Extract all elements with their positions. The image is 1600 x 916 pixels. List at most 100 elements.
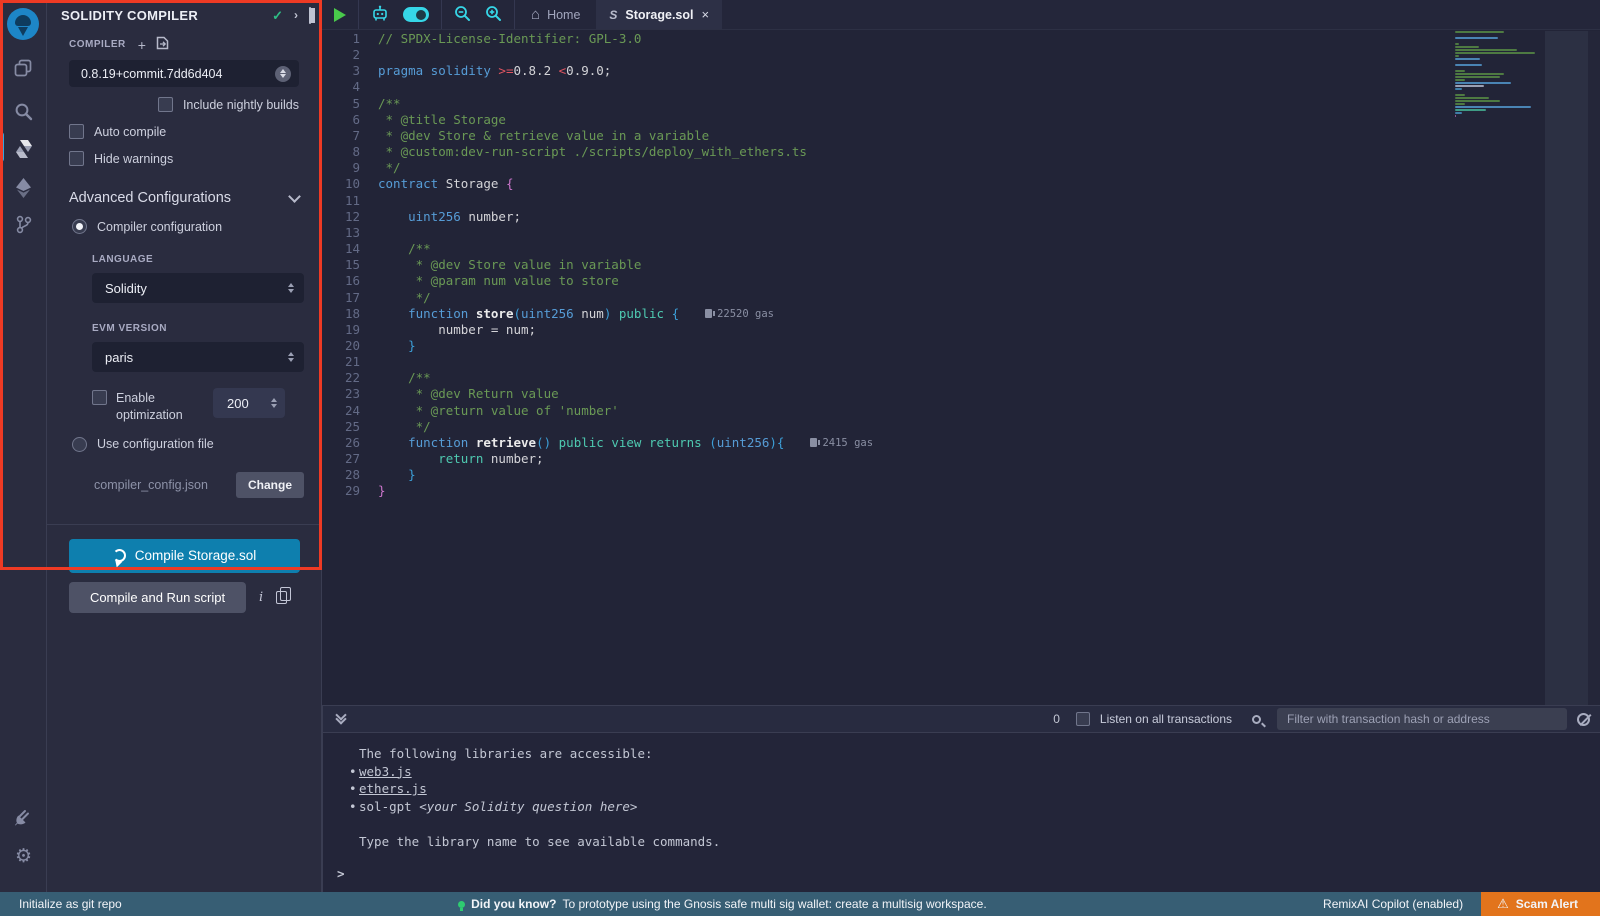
code-line[interactable]: 11 bbox=[322, 193, 1600, 209]
zoom-in-icon[interactable] bbox=[485, 5, 502, 25]
terminal-output[interactable]: The following libraries are accessible:w… bbox=[323, 734, 1600, 892]
search-icon[interactable] bbox=[0, 93, 47, 129]
code-line[interactable]: 20 } bbox=[322, 338, 1600, 354]
clear-console-icon[interactable] bbox=[1577, 713, 1590, 726]
transaction-filter-input[interactable] bbox=[1277, 708, 1567, 730]
compiler-version-select[interactable]: 0.8.19+commit.7dd6d404 bbox=[69, 60, 299, 87]
remix-ide-window: ⚙ SOLIDITY COMPILER ✓ › COMPILER + 0.8.1… bbox=[0, 0, 1600, 916]
compile-button[interactable]: Compile Storage.sol bbox=[69, 539, 300, 573]
zoom-out-icon[interactable] bbox=[454, 5, 471, 25]
code-line[interactable]: 12 uint256 number; bbox=[322, 209, 1600, 225]
language-select[interactable]: Solidity bbox=[92, 273, 304, 303]
code-line[interactable]: 22 /** bbox=[322, 370, 1600, 386]
minimap-code bbox=[1447, 31, 1545, 117]
terminal-link[interactable]: ethers.js bbox=[359, 781, 427, 796]
editor-scrollbar[interactable] bbox=[1545, 31, 1588, 705]
code-line[interactable]: 21 bbox=[322, 354, 1600, 370]
git-icon[interactable] bbox=[0, 206, 47, 242]
enable-optimization-checkbox[interactable] bbox=[92, 390, 107, 405]
solidity-file-icon: S bbox=[609, 8, 617, 22]
remix-logo-icon[interactable] bbox=[7, 8, 39, 40]
file-explorer-icon[interactable] bbox=[0, 50, 47, 86]
optimization-runs-input[interactable]: 200 bbox=[213, 388, 285, 418]
run-script-play-icon[interactable] bbox=[334, 8, 346, 22]
select-arrows-icon bbox=[288, 283, 294, 293]
home-icon: ⌂ bbox=[531, 6, 540, 23]
code-line[interactable]: 4 bbox=[322, 79, 1600, 95]
code-line[interactable]: 16 * @param num value to store bbox=[322, 273, 1600, 289]
code-line[interactable]: 7 * @dev Store & retrieve value in a var… bbox=[322, 128, 1600, 144]
stepper-arrows-icon[interactable] bbox=[271, 398, 277, 408]
code-line[interactable]: 26 function retrieve() public view retur… bbox=[322, 435, 1600, 451]
code-line[interactable]: 25 */ bbox=[322, 419, 1600, 435]
code-editor[interactable]: 1// SPDX-License-Identifier: GPL-3.023pr… bbox=[322, 31, 1600, 705]
minimap[interactable] bbox=[1447, 31, 1545, 705]
code-line[interactable]: 1// SPDX-License-Identifier: GPL-3.0 bbox=[322, 31, 1600, 47]
tab-home[interactable]: ⌂ Home bbox=[515, 0, 596, 29]
open-file-icon[interactable] bbox=[156, 36, 169, 53]
active-plugin-indicator bbox=[0, 132, 4, 162]
optimization-runs-value: 200 bbox=[227, 396, 271, 411]
scam-alert-button[interactable]: ⚠ Scam Alert bbox=[1481, 892, 1600, 916]
code-line[interactable]: 19 number = num; bbox=[322, 322, 1600, 338]
copilot-status[interactable]: RemixAI Copilot (enabled) bbox=[1323, 897, 1463, 911]
auto-compile-checkbox[interactable] bbox=[69, 124, 84, 139]
info-icon[interactable]: i bbox=[259, 590, 263, 605]
code-line[interactable]: 2 bbox=[322, 47, 1600, 63]
editor-tabbar: ⌂ Home S Storage.sol × bbox=[322, 0, 1600, 30]
gas-estimate: 2415 gas bbox=[810, 435, 873, 451]
terminal-line: The following libraries are accessible: bbox=[323, 745, 1600, 763]
code-line[interactable]: 18 function store(uint256 num) public {2… bbox=[322, 306, 1600, 322]
code-line[interactable]: 13 bbox=[322, 225, 1600, 241]
copy-icon[interactable] bbox=[276, 591, 287, 604]
settings-gear-icon[interactable]: ⚙ bbox=[0, 838, 47, 874]
terminal-prompt[interactable]: > bbox=[337, 865, 345, 883]
code-line[interactable]: 14 /** bbox=[322, 241, 1600, 257]
panel-divider bbox=[47, 524, 321, 525]
pin-panel-icon[interactable] bbox=[309, 9, 311, 22]
terminal-search-icon[interactable] bbox=[1252, 715, 1261, 724]
close-tab-icon[interactable]: × bbox=[702, 7, 710, 22]
compiler-configuration-label: Compiler configuration bbox=[97, 220, 222, 234]
select-arrows-icon bbox=[275, 66, 291, 82]
warning-icon: ⚠ bbox=[1497, 897, 1509, 912]
terminal-link[interactable]: web3.js bbox=[359, 764, 412, 779]
code-line[interactable]: 15 * @dev Store value in variable bbox=[322, 257, 1600, 273]
code-line[interactable]: 17 */ bbox=[322, 290, 1600, 306]
copilot-toggle[interactable] bbox=[403, 7, 429, 22]
code-line[interactable]: 5/** bbox=[322, 96, 1600, 112]
collapse-terminal-icon[interactable] bbox=[337, 715, 345, 723]
plugin-manager-icon[interactable] bbox=[0, 799, 47, 835]
code-line[interactable]: 8 * @custom:dev-run-script ./scripts/dep… bbox=[322, 144, 1600, 160]
add-compiler-icon[interactable]: + bbox=[138, 38, 146, 52]
code-line[interactable]: 3pragma solidity >=0.8.2 <0.9.0; bbox=[322, 63, 1600, 79]
compile-and-run-button[interactable]: Compile and Run script bbox=[69, 582, 246, 613]
tab-storage-sol[interactable]: S Storage.sol × bbox=[596, 0, 722, 29]
use-configuration-file-radio[interactable] bbox=[72, 437, 87, 452]
evm-version-select[interactable]: paris bbox=[92, 342, 304, 372]
evm-version-value: paris bbox=[105, 350, 288, 365]
solidity-compiler-panel: SOLIDITY COMPILER ✓ › COMPILER + 0.8.19+… bbox=[47, 0, 322, 892]
deploy-run-icon[interactable] bbox=[0, 170, 47, 206]
code-line[interactable]: 9 */ bbox=[322, 160, 1600, 176]
git-init-status[interactable]: Initialize as git repo bbox=[0, 897, 122, 911]
code-line[interactable]: 6 * @title Storage bbox=[322, 112, 1600, 128]
solidity-compiler-icon[interactable] bbox=[0, 131, 47, 167]
code-line[interactable]: 24 * @return value of 'number' bbox=[322, 403, 1600, 419]
copilot-robot-icon[interactable] bbox=[371, 5, 389, 25]
code-line[interactable]: 10contract Storage { bbox=[322, 176, 1600, 192]
hide-warnings-checkbox[interactable] bbox=[69, 151, 84, 166]
advanced-configurations-toggle[interactable]: Advanced Configurations bbox=[47, 166, 321, 206]
code-line[interactable]: 27 return number; bbox=[322, 451, 1600, 467]
forward-chevron-icon[interactable]: › bbox=[294, 9, 298, 21]
code-line[interactable]: 28 } bbox=[322, 467, 1600, 483]
lightbulb-icon bbox=[458, 901, 465, 908]
nightly-builds-checkbox[interactable] bbox=[158, 97, 173, 112]
did-you-know-text: To prototype using the Gnosis safe multi… bbox=[562, 897, 986, 911]
listen-all-transactions-checkbox[interactable] bbox=[1076, 712, 1090, 726]
code-line[interactable]: 29} bbox=[322, 483, 1600, 499]
compiler-configuration-radio[interactable] bbox=[72, 219, 87, 234]
change-config-button[interactable]: Change bbox=[236, 472, 304, 498]
code-line[interactable]: 23 * @dev Return value bbox=[322, 386, 1600, 402]
enable-optimization-label: Enable optimization bbox=[116, 390, 204, 424]
